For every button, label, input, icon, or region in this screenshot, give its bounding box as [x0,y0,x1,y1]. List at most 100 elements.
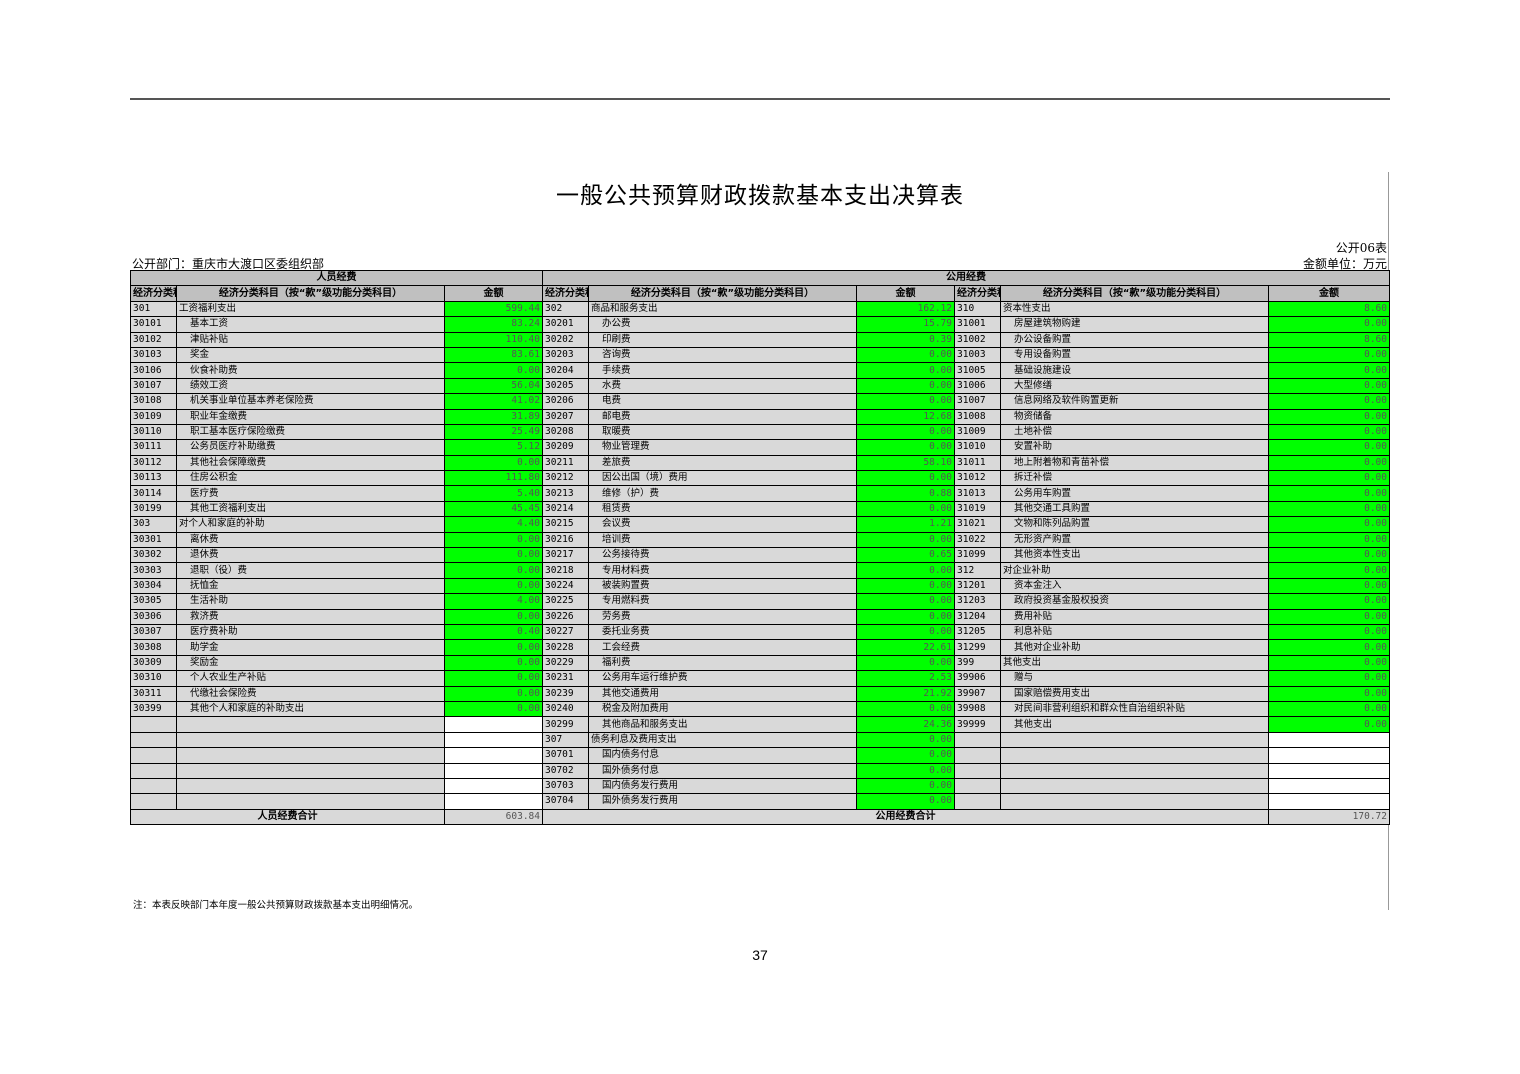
table-row: 30302 退休费 0.00 30217 公务接待费 0.65 31099 其他资本性支出 0.… [130,547,1390,564]
cell-amount: 0.00 [444,562,543,579]
cell-name: 退职（役）费 [176,562,445,579]
cell-amount: 8.60 [1268,300,1390,318]
cell-amount [1268,747,1390,764]
cell-name: 生活补助 [176,593,445,610]
cell-amount: 0.00 [856,423,955,441]
cell-amount: 22.61 [856,639,955,656]
cell-code: 30208 [542,423,589,441]
cell-amount: 0.00 [444,670,543,687]
cell-name: 专用设备购置 [1000,346,1269,364]
cell-code: 30113 [130,470,177,487]
table-row: 30304 抚恤金 0.00 30224 被装购置费 0.00 31201 资本金注入 0.00 [130,577,1390,595]
cell-name: 办公设备购置 [1000,331,1269,348]
cell-amount: 5.40 [444,485,543,502]
cell-code: 39907 [954,685,1001,702]
header-name: 经济分类科目（按“款”级功能分类科目） [588,285,857,302]
cell-name: 其他个人和家庭的补助支出 [176,700,445,718]
expenditure-table: 人员经费 公用经费 经济分类科目编码 经济分类科目（按“款”级功能分类科目） 金… [130,269,1390,826]
cell-amount: 0.00 [1268,639,1390,656]
cell-code: 30226 [542,608,589,625]
cell-code: 302 [542,300,589,318]
cell-amount: 162.12 [856,300,955,318]
cell-amount: 0.00 [1268,362,1390,379]
cell-amount: 0.00 [856,762,955,779]
cell-code: 31019 [954,500,1001,518]
table-row: 30113 住房公积金 111.80 30212 因公出国（境）费用 0.00 31012 拆… [130,470,1390,487]
section-public: 公用经费 [542,269,1390,287]
cell-name: 退休费 [176,547,445,564]
cell-name: 工资福利支出 [176,300,445,318]
cell-name: 租赁费 [588,500,857,518]
table-row: 30310 个人农业生产补贴 0.00 30231 公务用车运行维护费 2.53 39906… [130,670,1390,687]
cell-name: 基本工资 [176,316,445,333]
cell-amount: 0.00 [1268,700,1390,718]
cell-amount: 0.00 [444,685,543,702]
cell-amount: 0.00 [1268,470,1390,487]
cell-amount: 0.00 [1268,547,1390,564]
cell-amount: 0.00 [444,547,543,564]
cell-code: 312 [954,562,1001,579]
cell-name: 工会经费 [588,639,857,656]
cell-amount: 21.92 [856,685,955,702]
cell-name [176,793,445,810]
cell-amount [444,762,543,779]
cell-code: 31022 [954,531,1001,549]
cell-code: 30211 [542,454,589,472]
cell-name: 国内债务发行费用 [588,777,857,795]
cell-name: 差旅费 [588,454,857,472]
cell-name: 土地补偿 [1000,423,1269,441]
cell-code: 30306 [130,608,177,625]
table-row: 30199 其他工资福利支出 45.45 30214 租赁费 0.00 31019 其他交通工… [130,500,1390,518]
cell-name: 电费 [588,393,857,410]
cell-name: 奖励金 [176,654,445,672]
cell-amount [444,716,543,733]
cell-code: 31001 [954,316,1001,333]
cell-name: 医疗费 [176,485,445,502]
cell-amount: 0.00 [856,346,955,364]
cell-amount: 0.00 [1268,577,1390,595]
cell-amount: 0.00 [444,654,543,672]
cell-code: 30309 [130,654,177,672]
cell-code: 30307 [130,623,177,641]
cell-amount [1268,793,1390,810]
cell-name: 拆迁补偿 [1000,470,1269,487]
cell-code: 310 [954,300,1001,318]
header-code: 经济分类科目编码 [542,285,589,302]
cell-amount: 0.00 [444,362,543,379]
cell-amount: 15.79 [856,316,955,333]
cell-amount [1268,762,1390,779]
public-total-amount: 170.72 [1268,808,1390,826]
cell-name: 取暖费 [588,423,857,441]
cell-code: 31012 [954,470,1001,487]
cell-name: 大型修缮 [1000,377,1269,395]
cell-amount: 0.00 [444,531,543,549]
cell-code: 30209 [542,439,589,456]
cell-code: 39908 [954,700,1001,718]
cell-code: 30112 [130,454,177,472]
cell-amount: 0.00 [444,639,543,656]
cell-amount: 0.00 [1268,531,1390,549]
cell-code: 30310 [130,670,177,687]
cell-amount: 0.00 [856,777,955,795]
cell-amount: 56.04 [444,377,543,395]
cell-code: 31021 [954,516,1001,533]
cell-code: 30101 [130,316,177,333]
table-row: 30704 国外债务发行费用 0.00 [130,793,1390,810]
cell-amount: 0.00 [1268,716,1390,733]
table-row: 30102 津贴补贴 110.40 30202 印刷费 0.39 31002 办公设备购置 8.… [130,331,1390,348]
cell-code: 30311 [130,685,177,702]
cell-code: 30205 [542,377,589,395]
cell-amount: 0.00 [856,393,955,410]
cell-code [130,716,177,733]
table-row: 30299 其他商品和服务支出 24.36 39999 其他支出 0.00 [130,716,1390,733]
cell-name: 医疗费补助 [176,623,445,641]
cell-amount: 0.00 [856,747,955,764]
table-row: 303 对个人和家庭的补助 4.40 30215 会议费 1.21 31021 文物和陈列品购… [130,516,1390,533]
cell-code: 31010 [954,439,1001,456]
cell-amount: 0.00 [1268,423,1390,441]
cell-name: 公务接待费 [588,547,857,564]
cell-code: 30103 [130,346,177,364]
cell-amount: 0.00 [1268,485,1390,502]
table-row: 30108 机关事业单位基本养老保险费 41.02 30206 电费 0.00 31007 信… [130,393,1390,410]
cell-code: 30207 [542,408,589,425]
